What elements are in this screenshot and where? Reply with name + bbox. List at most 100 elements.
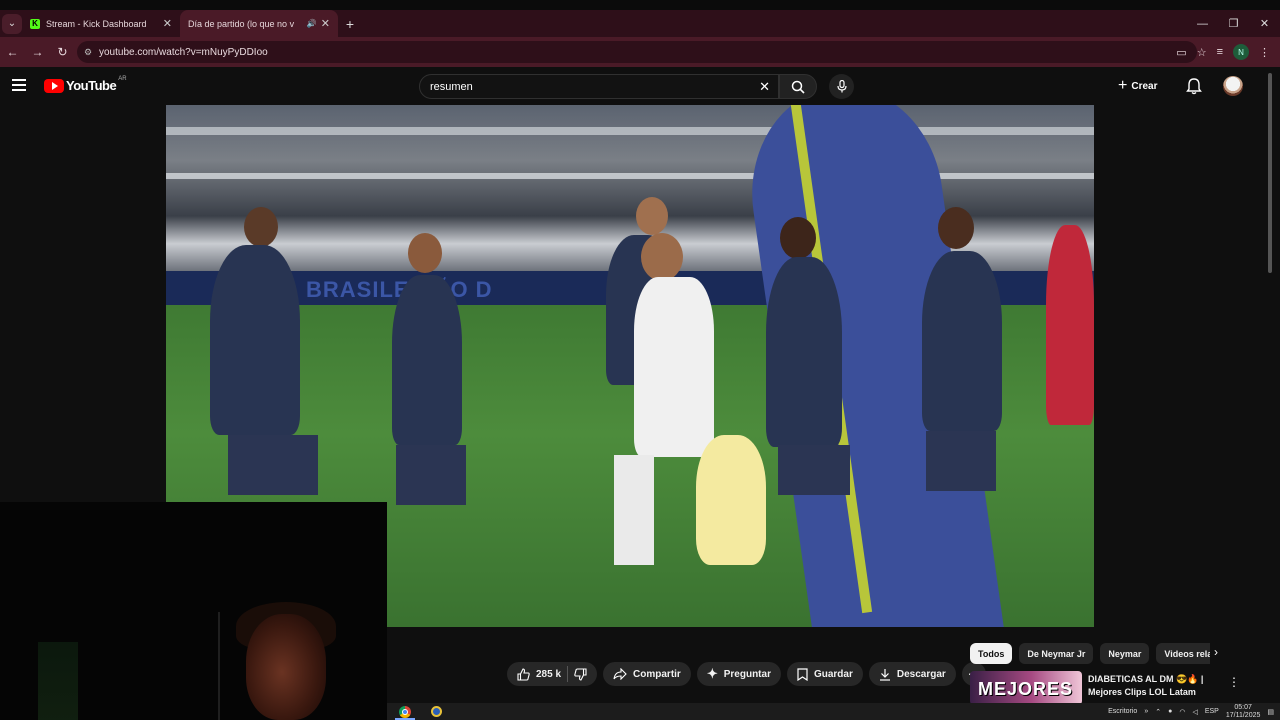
ask-button[interactable]: ✦ Preguntar [696, 662, 781, 686]
tray-overflow-icon[interactable]: ⌃ [1155, 708, 1161, 716]
player-figure [922, 251, 1002, 431]
chip-all[interactable]: Todos [970, 643, 1013, 664]
player-figure [244, 207, 278, 247]
player-figure [926, 431, 996, 491]
youtube-logo[interactable]: YouTube AR [44, 75, 127, 93]
volume-icon[interactable]: ◁ [1192, 708, 1197, 716]
site-info-icon[interactable]: ⚙ [84, 47, 92, 58]
share-button[interactable]: Compartir [603, 662, 691, 686]
page-scrollbar[interactable] [1268, 73, 1272, 273]
sparkle-icon: ✦ [706, 666, 718, 681]
youtube-header: YouTube AR resumen ✕ + Crear [0, 67, 1280, 105]
clear-search-icon[interactable]: ✕ [759, 79, 770, 95]
player-figure [636, 197, 668, 235]
minimize-button[interactable]: — [1187, 10, 1218, 37]
player-figure [408, 233, 442, 273]
media-controls-icon[interactable]: ≡ [1217, 46, 1223, 58]
chrome-taskbar-icon[interactable] [399, 706, 411, 718]
notifications-bell-icon[interactable] [1186, 77, 1202, 95]
thumbnail-text: MEJORES [978, 679, 1074, 699]
notifications-tray-icon[interactable]: ▤ [1267, 708, 1274, 716]
chip-de-neymar-jr[interactable]: De Neymar Jr [1019, 643, 1094, 664]
ask-label: Preguntar [723, 668, 771, 680]
address-bar-actions: ▭ ☆ ≡ N ⋮ [1176, 37, 1270, 67]
thumbs-up-icon [517, 667, 530, 681]
player-figure [938, 207, 974, 249]
profile-avatar[interactable]: N [1233, 44, 1249, 60]
video-actions: 285 k Compartir ✦ Preguntar Guardar Desc… [507, 662, 986, 686]
menu-icon[interactable] [12, 79, 26, 91]
app-taskbar-icon[interactable] [431, 706, 442, 717]
player-figure [396, 445, 466, 505]
video-rail [166, 173, 1094, 179]
browser-menu-icon[interactable]: ⋮ [1259, 46, 1270, 59]
related-chips: Todos De Neymar Jr Neymar Videos rela [970, 643, 1210, 664]
window-close-button[interactable]: ✕ [1249, 10, 1280, 37]
clock-date: 17/11/2025 [1225, 711, 1261, 719]
recommended-video[interactable]: MEJORES DIABETICAS AL DM 😎🔥 | Mejores Cl… [970, 671, 1270, 705]
account-avatar[interactable] [1223, 76, 1243, 96]
back-icon[interactable]: ← [0, 45, 25, 59]
child-figure [696, 435, 766, 565]
player-figure [778, 445, 850, 495]
share-icon [613, 668, 627, 680]
video-title[interactable]: DIABETICAS AL DM 😎🔥 | Mejores Clips LOL … [1088, 673, 1208, 699]
url-text: youtube.com/watch?v=mNuyPyDDIoo [99, 46, 268, 58]
save-label: Guardar [813, 668, 853, 680]
wifi-icon[interactable]: ◠ [1179, 708, 1185, 716]
new-tab-button[interactable]: + [338, 16, 362, 32]
youtube-play-icon [44, 78, 64, 93]
search-icon [791, 80, 805, 94]
country-code: AR [118, 75, 127, 82]
search-value: resumen [430, 80, 473, 93]
desktop-label[interactable]: Escritorio [1108, 708, 1137, 715]
voice-search-button[interactable] [829, 74, 854, 99]
thumbs-down-icon[interactable] [574, 667, 587, 681]
clock[interactable]: 05:07 17/11/2025 [1226, 704, 1261, 720]
share-label: Compartir [633, 668, 681, 680]
chip-neymar[interactable]: Neymar [1100, 643, 1150, 664]
clock-time: 05:07 [1234, 703, 1252, 711]
language-indicator[interactable]: ESP [1205, 708, 1219, 715]
tab-search-button[interactable]: ⌄ [2, 13, 22, 34]
create-label: Crear [1131, 80, 1158, 92]
url-field[interactable]: ⚙ youtube.com/watch?v=mNuyPyDDIoo [77, 41, 1197, 63]
bookmark-star-icon[interactable]: ☆ [1197, 46, 1207, 59]
search-button[interactable] [779, 74, 817, 99]
chevron-right-icon[interactable]: › [1214, 645, 1218, 659]
webcam-background [38, 642, 78, 720]
close-icon[interactable]: ✕ [163, 17, 172, 30]
tab-kick-dashboard[interactable]: K Stream - Kick Dashboard ✕ [22, 10, 180, 37]
reload-icon[interactable]: ↻ [50, 45, 75, 59]
tab-youtube-video[interactable]: ▶ Día de partido (lo que no v 🔊 ✕ [180, 10, 338, 87]
player-figure [780, 217, 816, 259]
chip-related-videos[interactable]: Videos rela [1156, 643, 1210, 664]
like-dislike-group: 285 k [507, 662, 598, 686]
create-button[interactable]: + Crear [1118, 76, 1157, 96]
divider [567, 666, 569, 682]
plus-icon: + [1118, 77, 1128, 94]
search-input[interactable]: resumen ✕ [419, 74, 779, 99]
close-icon[interactable]: ✕ [321, 17, 330, 30]
download-icon [879, 668, 890, 681]
windows-taskbar: Escritorio » ⌃ ● ◠ ◁ ESP 05:07 17/11/202… [387, 703, 1280, 720]
microphone-tray-icon[interactable]: ● [1168, 708, 1172, 715]
speaker-icon[interactable]: 🔊 [307, 19, 317, 28]
more-vert-icon[interactable]: ⋮ [1228, 675, 1240, 689]
tab-bar: ⌄ K Stream - Kick Dashboard ✕ ▶ Día de p… [0, 10, 1280, 87]
download-button[interactable]: Descargar [868, 662, 956, 686]
player-figure [766, 257, 842, 447]
like-button[interactable]: 285 k [517, 667, 561, 681]
webcam-background [218, 612, 220, 720]
webcam-overlay [0, 502, 387, 720]
maximize-button[interactable]: ❐ [1218, 10, 1249, 37]
cast-icon[interactable]: ▭ [1176, 46, 1186, 59]
forward-icon[interactable]: → [25, 45, 50, 59]
player-figure [392, 275, 462, 445]
save-button[interactable]: Guardar [786, 662, 863, 686]
chevron-icon[interactable]: » [1144, 708, 1148, 715]
window-top-strip [0, 0, 1280, 10]
video-rail [166, 127, 1094, 135]
player-figure [614, 455, 654, 565]
video-thumbnail[interactable]: MEJORES [970, 671, 1082, 705]
